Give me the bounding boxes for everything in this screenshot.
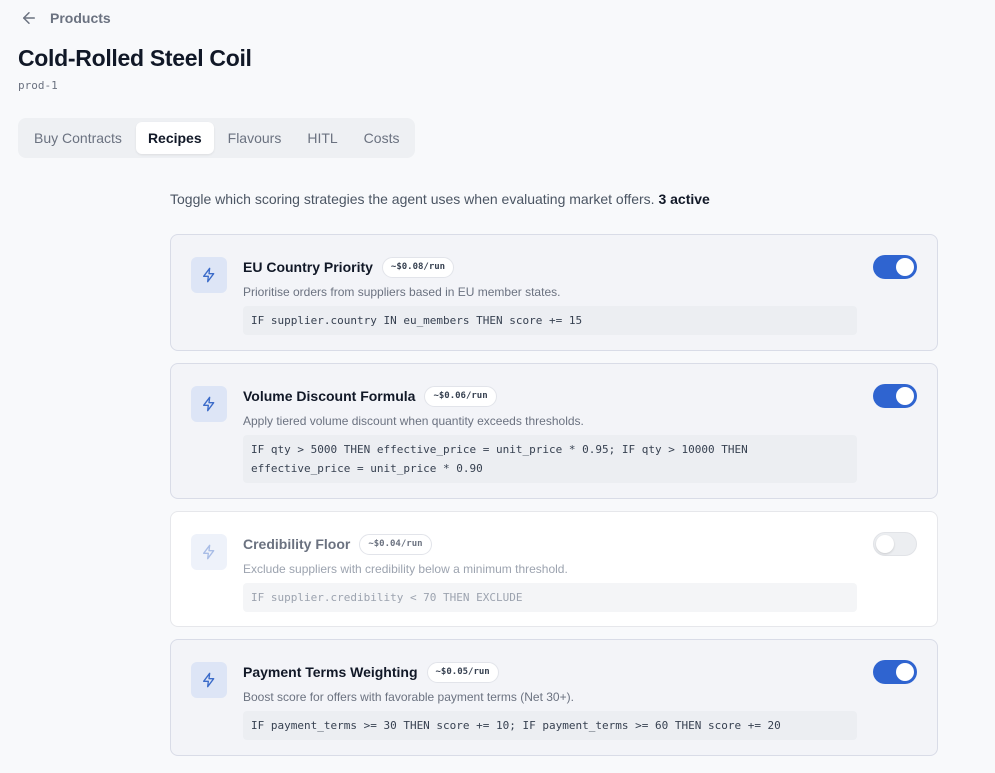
recipe-description: Exclude suppliers with credibility below… bbox=[243, 562, 568, 576]
bolt-icon bbox=[203, 267, 215, 283]
recipe-toggle[interactable] bbox=[873, 255, 917, 279]
back-link-label: Products bbox=[50, 10, 111, 26]
back-link[interactable]: Products bbox=[20, 8, 111, 28]
recipe-cost-badge: ~$0.08/run bbox=[381, 256, 455, 278]
toggle-knob bbox=[896, 387, 914, 405]
recipe-rule-code: IF payment_terms >= 30 THEN score += 10;… bbox=[243, 711, 857, 740]
toggle-knob bbox=[896, 258, 914, 276]
bolt-icon bbox=[203, 672, 215, 688]
recipe-icon-box bbox=[191, 386, 227, 422]
recipe-icon-box bbox=[191, 257, 227, 293]
tab-bar: Buy Contracts Recipes Flavours HITL Cost… bbox=[18, 118, 416, 158]
recipe-icon-box bbox=[191, 534, 227, 570]
recipe-name: EU Country Priority bbox=[243, 259, 373, 275]
product-id: prod-1 bbox=[18, 79, 58, 92]
tab-buy-contracts[interactable]: Buy Contracts bbox=[22, 122, 134, 154]
recipe-cost-badge: ~$0.04/run bbox=[359, 533, 432, 555]
page-title: Cold-Rolled Steel Coil bbox=[18, 45, 252, 71]
bolt-icon bbox=[203, 396, 215, 412]
recipe-cost-badge: ~$0.05/run bbox=[426, 661, 499, 683]
recipe-cost-badge: ~$0.06/run bbox=[424, 385, 497, 407]
recipe-description: Prioritise orders from suppliers based i… bbox=[243, 285, 561, 299]
toggle-knob bbox=[876, 535, 894, 553]
recipe-card-payment-terms-weighting: Payment Terms Weighting ~$0.05/run Boost… bbox=[170, 639, 938, 756]
recipe-toggle[interactable] bbox=[873, 532, 917, 556]
recipe-toggle[interactable] bbox=[873, 660, 917, 684]
recipe-rule-code: IF supplier.country IN eu_members THEN s… bbox=[243, 306, 857, 335]
tab-hitl[interactable]: HITL bbox=[295, 122, 349, 154]
arrow-left-icon bbox=[23, 12, 35, 24]
recipe-description: Apply tiered volume discount when quanti… bbox=[243, 414, 584, 428]
recipe-card-eu-country-priority: EU Country Priority ~$0.08/run Prioritis… bbox=[170, 234, 938, 351]
recipe-rule-code: IF qty > 5000 THEN effective_price = uni… bbox=[243, 435, 857, 483]
tab-flavours[interactable]: Flavours bbox=[216, 122, 294, 154]
active-count: 3 active bbox=[658, 191, 710, 207]
recipe-toggle[interactable] bbox=[873, 384, 917, 408]
recipe-rule-code: IF supplier.credibility < 70 THEN EXCLUD… bbox=[243, 583, 857, 612]
recipe-icon-box bbox=[191, 662, 227, 698]
recipe-card-credibility-floor: Credibility Floor ~$0.04/run Exclude sup… bbox=[170, 511, 938, 627]
intro-text: Toggle which scoring strategies the agen… bbox=[170, 191, 655, 207]
recipes-intro: Toggle which scoring strategies the agen… bbox=[170, 191, 710, 207]
bolt-icon bbox=[203, 544, 215, 560]
tab-costs[interactable]: Costs bbox=[352, 122, 412, 154]
recipe-description: Boost score for offers with favorable pa… bbox=[243, 690, 574, 704]
recipe-card-volume-discount-formula: Volume Discount Formula ~$0.06/run Apply… bbox=[170, 363, 938, 499]
tab-recipes[interactable]: Recipes bbox=[135, 122, 214, 154]
recipe-name: Credibility Floor bbox=[243, 536, 351, 552]
recipe-name: Volume Discount Formula bbox=[243, 388, 416, 404]
recipe-name: Payment Terms Weighting bbox=[243, 664, 418, 680]
toggle-knob bbox=[896, 663, 914, 681]
